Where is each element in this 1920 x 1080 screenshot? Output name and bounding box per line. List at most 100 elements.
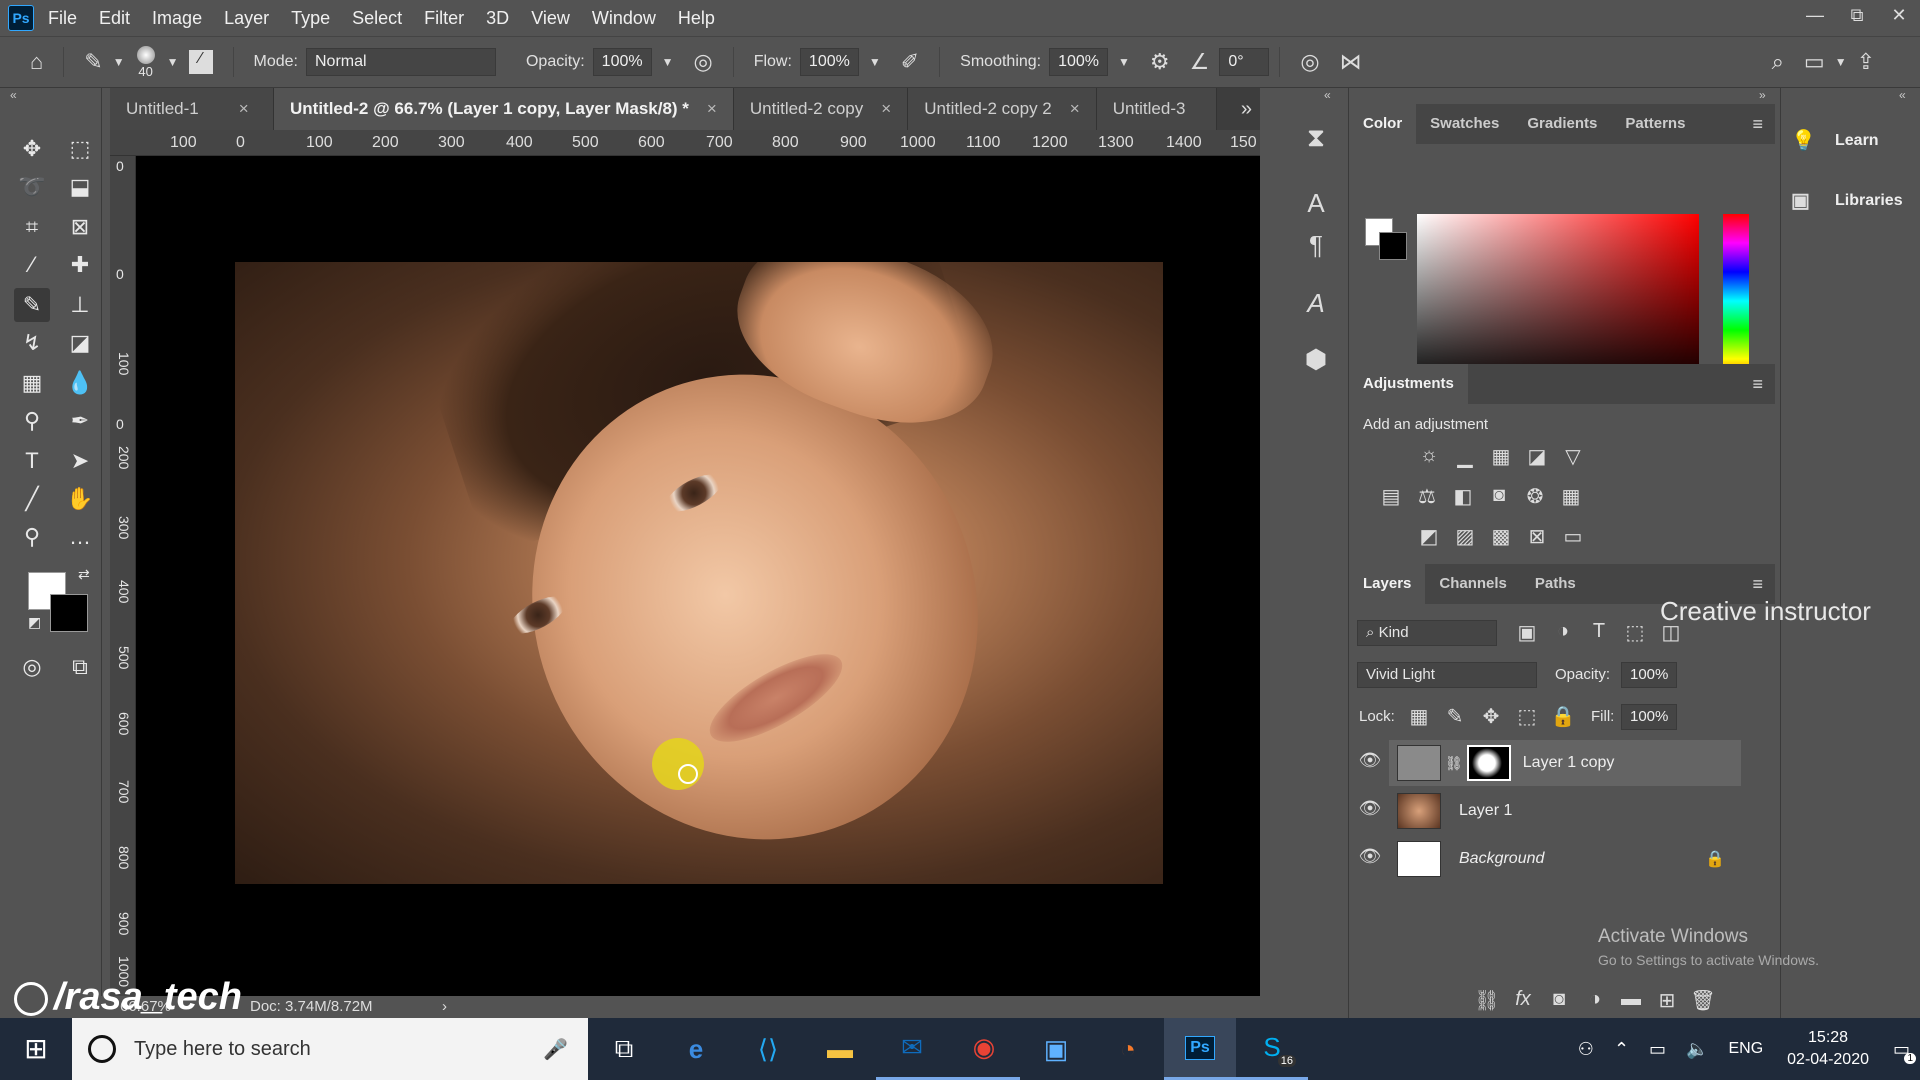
path-select-tool-icon[interactable]: ➤ [62, 444, 98, 478]
panel-menu-icon[interactable]: ≡ [1752, 374, 1763, 395]
portrait-image[interactable] [235, 262, 1163, 884]
gear-icon[interactable]: ⚙ [1150, 49, 1170, 75]
tab-paths[interactable]: Paths [1521, 564, 1590, 604]
app-icon[interactable]: ▣ [1020, 1018, 1092, 1080]
exposure-icon[interactable]: ◪ [1519, 444, 1555, 469]
menu-type[interactable]: Type [291, 8, 330, 29]
pressure-opacity-icon[interactable]: ◎ [693, 49, 712, 75]
close-icon[interactable]: × [239, 99, 249, 119]
smoothing-field[interactable]: 100% [1049, 48, 1109, 76]
threshold-icon[interactable]: ▩ [1483, 524, 1519, 549]
paragraph-panel-icon[interactable]: ¶ [1298, 230, 1334, 266]
add-mask-icon[interactable]: ◙ [1541, 988, 1577, 1013]
line-tool-icon[interactable]: ╱ [14, 482, 50, 516]
history-brush-tool-icon[interactable]: ↯ [14, 326, 50, 360]
tab-untitled-2[interactable]: Untitled-2 @ 66.7% (Layer 1 copy, Layer … [274, 88, 734, 130]
channel-mixer-icon[interactable]: ❂ [1517, 484, 1553, 509]
pixel-filter-icon[interactable]: ▣ [1509, 620, 1545, 645]
link-layers-icon[interactable]: ⛓ [1469, 988, 1505, 1013]
more-tabs-icon[interactable]: » [1241, 88, 1252, 130]
trash-icon[interactable]: 🗑 [1685, 988, 1721, 1013]
tab-patterns[interactable]: Patterns [1611, 104, 1699, 144]
layer-opacity-field[interactable]: 100% [1621, 662, 1678, 688]
language-indicator[interactable]: ENG [1728, 1040, 1763, 1058]
tab-untitled-1[interactable]: Untitled-1 × [110, 88, 274, 130]
layer-row[interactable]: Layer 1 [1389, 788, 1741, 834]
layer-filter-select[interactable]: ⌕ Kind [1357, 620, 1497, 646]
swap-colors-icon[interactable]: ⇄ [78, 566, 90, 583]
gradient-tool-icon[interactable]: ▦ [14, 366, 50, 400]
hand-tool-icon[interactable]: ✋ [62, 482, 98, 516]
learn-button[interactable]: 💡 Learn [1791, 128, 1879, 153]
search-box[interactable]: Type here to search 🎤 [72, 1018, 588, 1080]
brush-tool-icon[interactable]: ✎ [84, 49, 102, 75]
airbrush-icon[interactable]: ✐ [901, 49, 919, 75]
minimize-button[interactable]: — [1794, 0, 1836, 36]
blender-icon[interactable]: ◔ [1092, 1018, 1164, 1080]
stamp-tool-icon[interactable]: ⊥ [62, 288, 98, 322]
blur-tool-icon[interactable]: 💧 [62, 366, 98, 400]
chevron-down-icon[interactable]: ▼ [113, 55, 125, 69]
selective-color-icon[interactable]: ⊠ [1519, 524, 1555, 549]
default-colors-icon[interactable]: ◩ [28, 614, 41, 631]
invert-icon[interactable]: ◩ [1411, 524, 1447, 549]
people-icon[interactable]: ⚇ [1578, 1039, 1594, 1060]
photoshop-icon[interactable]: Ps [1164, 1018, 1236, 1080]
menu-window[interactable]: Window [592, 8, 656, 29]
color-balance-icon[interactable]: ⚖ [1409, 484, 1445, 509]
windows-start-icon[interactable]: ⊞ [0, 1018, 72, 1080]
skype-icon[interactable]: S 16 [1236, 1018, 1308, 1080]
home-icon[interactable]: ⌂ [30, 49, 43, 75]
tab-layers[interactable]: Layers [1349, 564, 1426, 604]
crop-tool-icon[interactable]: ⌗ [14, 210, 50, 244]
notification-icon[interactable]: ▭ 1 [1893, 1039, 1916, 1064]
marquee-tool-icon[interactable]: ⬚ [62, 132, 98, 166]
lasso-tool-icon[interactable]: ➰ [14, 170, 50, 204]
close-button[interactable]: ✕ [1878, 0, 1920, 36]
doc-size[interactable]: Doc: 3.74M/8.72M [250, 998, 373, 1015]
search-icon[interactable]: ⌕ [1772, 49, 1784, 75]
layer-mask-thumbnail[interactable] [1466, 745, 1511, 781]
menu-layer[interactable]: Layer [224, 8, 269, 29]
brush-tool-icon[interactable]: ✎ [14, 288, 50, 322]
lock-transparency-icon[interactable]: ▦ [1401, 704, 1437, 729]
healing-tool-icon[interactable]: ✚ [62, 248, 98, 282]
glyphs-panel-icon[interactable]: A [1298, 288, 1334, 324]
lock-all-icon[interactable]: 🔒 [1545, 704, 1581, 729]
shape-filter-icon[interactable]: ⬚ [1617, 620, 1653, 645]
close-icon[interactable]: × [1070, 99, 1080, 119]
panel-menu-icon[interactable]: ≡ [1752, 114, 1763, 135]
background-color-swatch[interactable] [50, 594, 88, 632]
new-group-icon[interactable]: ▬ [1613, 988, 1649, 1013]
fill-field[interactable]: 100% [1621, 704, 1678, 730]
chevron-down-icon[interactable]: ▼ [1835, 55, 1847, 69]
tab-untitled-2-copy[interactable]: Untitled-2 copy × [733, 88, 909, 130]
layer-row[interactable]: Background 🔒 [1389, 836, 1741, 882]
visibility-eye-icon[interactable]: 👁 [1357, 846, 1383, 872]
black-white-icon[interactable]: ◧ [1445, 484, 1481, 509]
menu-view[interactable]: View [531, 8, 570, 29]
brush-settings-icon[interactable]: ⁄ [188, 50, 213, 74]
menu-image[interactable]: Image [152, 8, 202, 29]
panel-menu-icon[interactable]: ≡ [1752, 574, 1763, 595]
visibility-eye-icon[interactable]: 👁 [1357, 798, 1383, 824]
tab-untitled-3[interactable]: Untitled-3 [1096, 88, 1217, 130]
layer-row[interactable]: ⛓ Layer 1 copy [1389, 740, 1741, 786]
tab-gradients[interactable]: Gradients [1513, 104, 1611, 144]
color-field[interactable] [1417, 214, 1699, 388]
mode-select[interactable]: Normal [305, 48, 496, 76]
more-tools-icon[interactable]: … [62, 520, 98, 554]
pressure-size-icon[interactable]: ◎ [1300, 49, 1319, 75]
eyedropper-tool-icon[interactable]: ⁄ [14, 248, 50, 282]
file-explorer-icon[interactable]: ▬ [804, 1018, 876, 1080]
chrome-icon[interactable]: ◉ [948, 1018, 1020, 1080]
angle-field[interactable]: 0° [1219, 48, 1270, 76]
background-color-swatch[interactable] [1379, 232, 1407, 260]
microphone-icon[interactable]: 🎤 [543, 1037, 568, 1062]
chevron-up-icon[interactable]: ⌃ [1614, 1039, 1629, 1060]
fx-icon[interactable]: fx [1505, 988, 1541, 1013]
menu-edit[interactable]: Edit [99, 8, 130, 29]
menu-select[interactable]: Select [352, 8, 402, 29]
blend-mode-select[interactable]: Vivid Light [1357, 662, 1537, 688]
lock-artboard-icon[interactable]: ⬚ [1509, 704, 1545, 729]
